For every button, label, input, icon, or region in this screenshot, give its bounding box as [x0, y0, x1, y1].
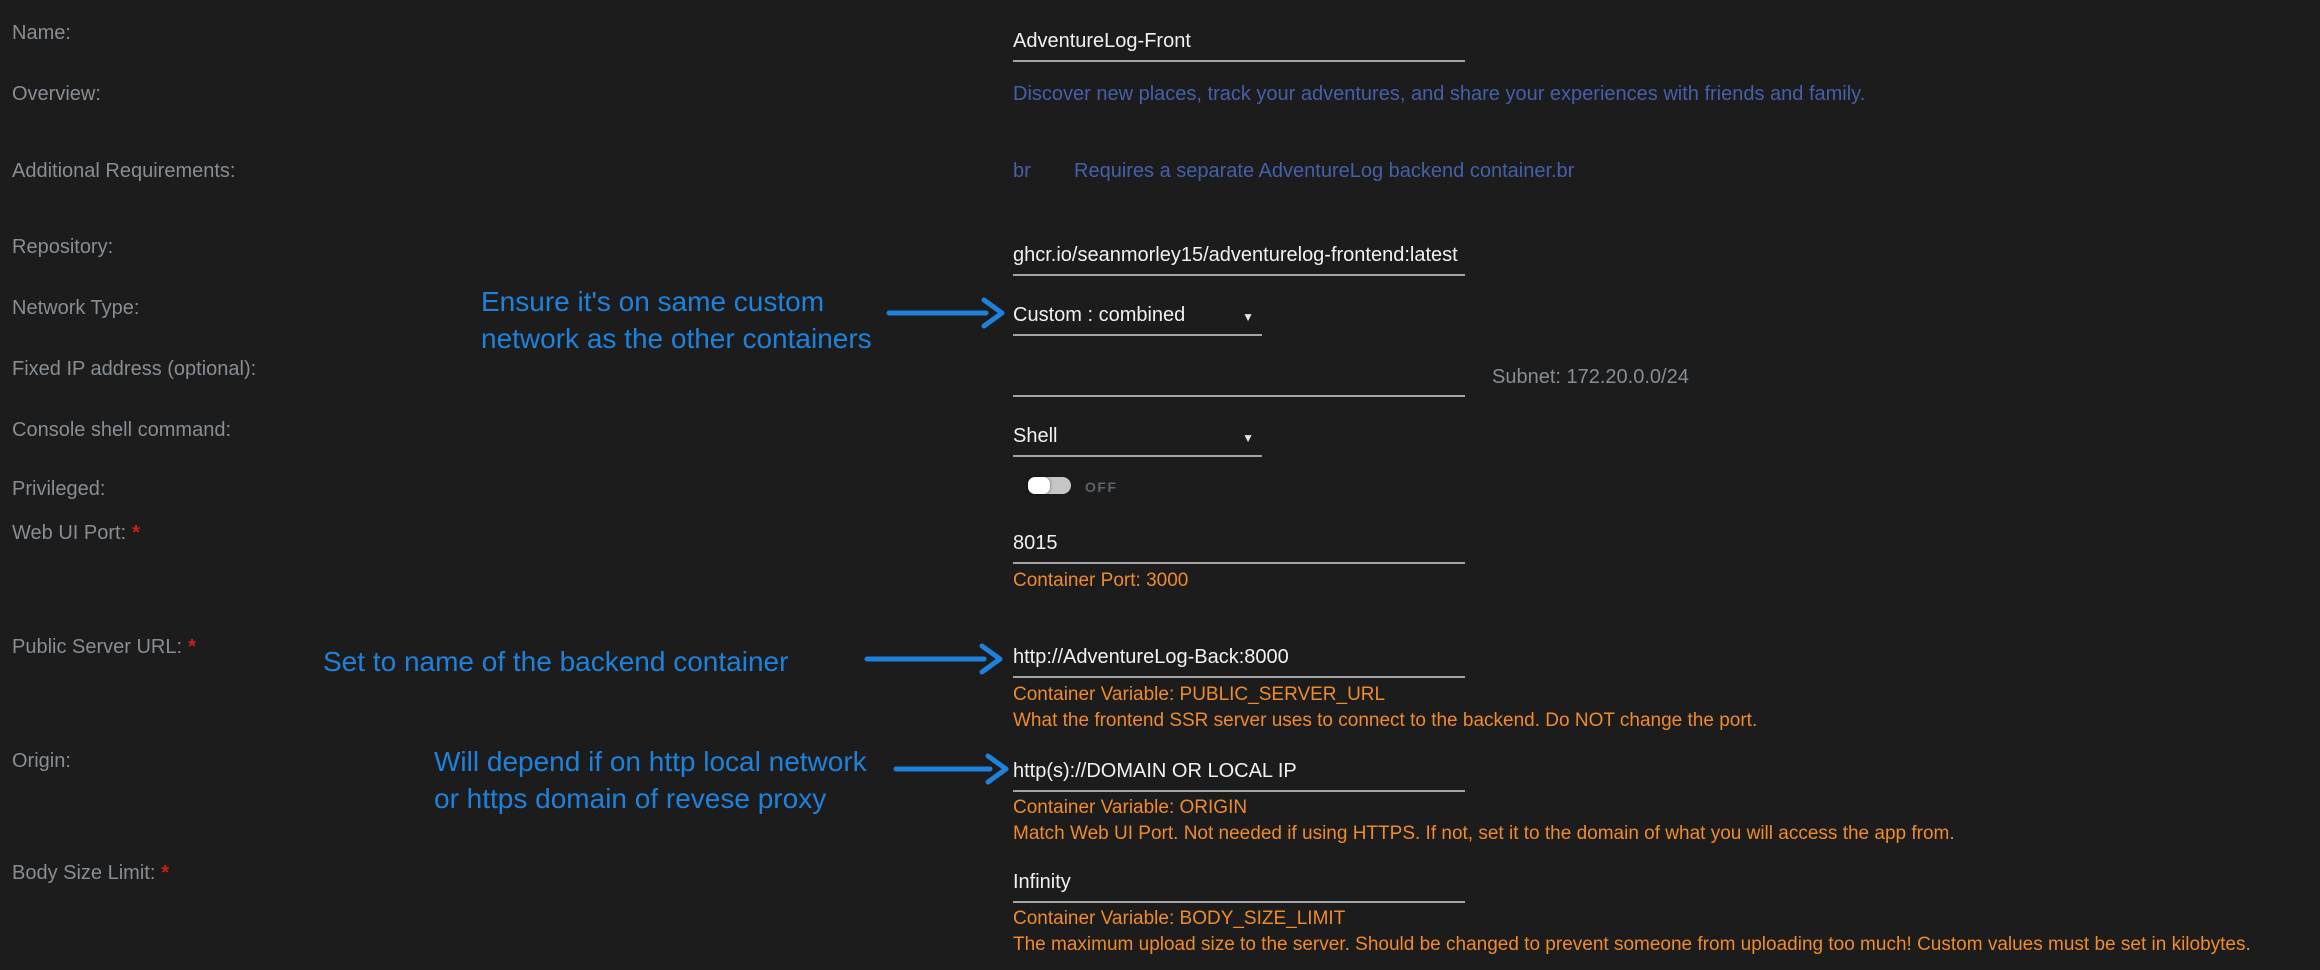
additional-requirements-text: Requires a separate AdventureLog backend…: [1074, 160, 1574, 183]
arrow-right-icon: [864, 642, 1006, 676]
additional-requirements-prefix: br: [1013, 160, 1031, 183]
overview-text: Discover new places, track your adventur…: [1013, 83, 1865, 106]
subnet-note: Subnet: 172.20.0.0/24: [1492, 366, 1689, 389]
network-type-select[interactable]: Custom : combined ▼: [1013, 304, 1262, 336]
repository-input-value: ghcr.io/seanmorley15/adventurelog-fronte…: [1013, 244, 1458, 266]
container-settings-form: Name: Overview: Additional Requirements:…: [0, 0, 2320, 970]
console-shell-label: Console shell command:: [12, 419, 231, 442]
public-server-url-label: Public Server URL: *: [12, 636, 196, 659]
privileged-label: Privileged:: [12, 478, 105, 501]
public-server-url-variable-help: Container Variable: PUBLIC_SERVER_URL: [1013, 684, 1385, 706]
web-ui-port-label-text: Web UI Port:: [12, 522, 126, 544]
public-server-url-label-text: Public Server URL:: [12, 636, 182, 658]
additional-requirements-label: Additional Requirements:: [12, 160, 235, 183]
public-server-url-input-value: http://AdventureLog-Back:8000: [1013, 646, 1289, 668]
public-server-url-annotation: Set to name of the backend container: [323, 643, 788, 680]
fixed-ip-input[interactable]: [1013, 365, 1465, 397]
name-input-value: AdventureLog-Front: [1013, 30, 1191, 52]
name-input[interactable]: AdventureLog-Front: [1013, 30, 1465, 62]
required-asterisk: *: [132, 522, 140, 544]
public-server-url-description-help: What the frontend SSR server uses to con…: [1013, 710, 1757, 732]
network-type-label: Network Type:: [12, 297, 139, 320]
name-label: Name:: [12, 22, 71, 45]
body-size-limit-description-help: The maximum upload size to the server. S…: [1013, 934, 2251, 956]
dropdown-caret-icon: ▼: [1242, 310, 1254, 324]
origin-input[interactable]: http(s)://DOMAIN OR LOCAL IP: [1013, 760, 1465, 792]
network-annotation: Ensure it's on same custom network as th…: [481, 283, 872, 357]
origin-variable-help: Container Variable: ORIGIN: [1013, 797, 1247, 819]
console-shell-select[interactable]: Shell ▼: [1013, 425, 1262, 457]
web-ui-port-input-value: 8015: [1013, 532, 1058, 554]
required-asterisk: *: [188, 636, 196, 658]
web-ui-port-label: Web UI Port: *: [12, 522, 140, 545]
repository-input[interactable]: ghcr.io/seanmorley15/adventurelog-fronte…: [1013, 244, 1465, 276]
origin-annotation-line2: or https domain of revese proxy: [434, 780, 867, 817]
overview-label: Overview:: [12, 83, 101, 106]
body-size-limit-input-value: Infinity: [1013, 871, 1071, 893]
required-asterisk: *: [161, 862, 169, 884]
body-size-limit-label: Body Size Limit: *: [12, 862, 169, 885]
origin-input-value: http(s)://DOMAIN OR LOCAL IP: [1013, 760, 1297, 782]
body-size-limit-input[interactable]: Infinity: [1013, 871, 1465, 903]
network-annotation-line1: Ensure it's on same custom: [481, 283, 872, 320]
repository-label: Repository:: [12, 236, 113, 259]
fixed-ip-label: Fixed IP address (optional):: [12, 358, 256, 381]
container-port-help: Container Port: 3000: [1013, 570, 1188, 592]
console-shell-selected-value: Shell: [1013, 425, 1057, 447]
network-type-selected-value: Custom : combined: [1013, 304, 1185, 326]
origin-annotation-line1: Will depend if on http local network: [434, 743, 867, 780]
body-size-limit-label-text: Body Size Limit:: [12, 862, 155, 884]
arrow-right-icon: [893, 752, 1012, 786]
network-annotation-line2: network as the other containers: [481, 320, 872, 357]
toggle-knob-icon: [1028, 477, 1050, 494]
origin-label: Origin:: [12, 750, 71, 773]
privileged-toggle[interactable]: [1028, 477, 1071, 494]
body-size-limit-variable-help: Container Variable: BODY_SIZE_LIMIT: [1013, 908, 1345, 930]
arrow-right-icon: [886, 295, 1008, 331]
origin-annotation: Will depend if on http local network or …: [434, 743, 867, 817]
public-server-url-input[interactable]: http://AdventureLog-Back:8000: [1013, 646, 1465, 678]
origin-description-help: Match Web UI Port. Not needed if using H…: [1013, 823, 1955, 845]
dropdown-caret-icon: ▼: [1242, 431, 1254, 445]
privileged-state-label: OFF: [1085, 479, 1118, 495]
web-ui-port-input[interactable]: 8015: [1013, 532, 1465, 564]
